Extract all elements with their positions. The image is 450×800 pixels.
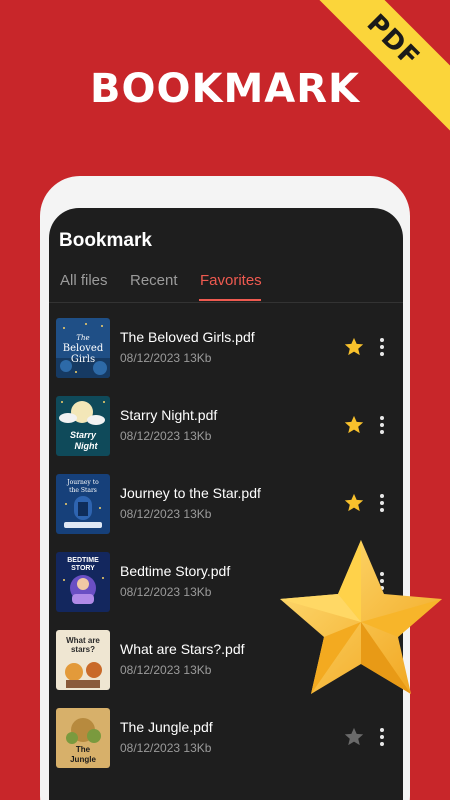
svg-text:What are: What are [66, 636, 100, 645]
svg-text:Starry: Starry [70, 430, 97, 440]
more-options-icon[interactable] [375, 726, 389, 748]
star-outline-icon[interactable] [343, 726, 365, 748]
book-cover-thumbnail: The Jungle [56, 708, 110, 768]
file-meta: 08/12/2023 13Kb [120, 429, 212, 443]
book-cover-thumbnail: The Beloved Girls [56, 318, 110, 378]
tab-recent[interactable]: Recent [130, 272, 178, 302]
app-title: Bookmark [59, 230, 152, 251]
book-cover-thumbnail: What are stars? [56, 630, 110, 690]
active-tab-indicator [199, 299, 261, 301]
file-name: Bedtime Story.pdf [120, 563, 231, 579]
star-icon[interactable] [343, 414, 365, 436]
svg-text:Journey to: Journey to [66, 479, 99, 486]
book-cover-thumbnail: BEDTIME STORY [56, 552, 110, 612]
star-icon[interactable] [343, 336, 365, 358]
file-name: What are Stars?.pdf [120, 641, 245, 657]
book-cover-thumbnail: Starry Night [56, 396, 110, 456]
list-item[interactable]: The Jungle The Jungle.pdf 08/12/2023 13K… [49, 706, 403, 784]
svg-text:BEDTIME: BEDTIME [67, 557, 99, 564]
promo-headline: BOOKMARK [89, 66, 361, 112]
list-item[interactable]: The Beloved Girls The Beloved Girls.pdf … [49, 316, 403, 394]
file-meta: 08/12/2023 13Kb [120, 741, 212, 755]
tab-favorites[interactable]: Favorites [200, 272, 262, 302]
file-meta: 08/12/2023 13Kb [120, 351, 212, 365]
more-options-icon[interactable] [375, 492, 389, 514]
file-name: The Beloved Girls.pdf [120, 329, 255, 345]
svg-text:Girls: Girls [71, 354, 95, 365]
book-cover-thumbnail: Journey to the Stars [56, 474, 110, 534]
svg-text:the Stars: the Stars [69, 487, 97, 494]
more-options-icon[interactable] [375, 414, 389, 436]
decorative-star-icon [276, 536, 446, 698]
list-item[interactable]: Starry Night Starry Night.pdf 08/12/2023… [49, 394, 403, 472]
tab-all-files[interactable]: All files [60, 272, 108, 302]
svg-text:STORY: STORY [71, 565, 95, 572]
svg-text:The: The [76, 745, 91, 754]
star-icon[interactable] [343, 492, 365, 514]
pdf-ribbon-label: PDF [360, 8, 426, 74]
svg-text:Night: Night [75, 441, 99, 451]
file-meta: 08/12/2023 13Kb [120, 585, 212, 599]
more-options-icon[interactable] [375, 336, 389, 358]
file-name: Journey to the Star.pdf [120, 485, 261, 501]
svg-text:stars?: stars? [71, 645, 95, 654]
file-name: Starry Night.pdf [120, 407, 218, 423]
file-meta: 08/12/2023 13Kb [120, 507, 212, 521]
svg-text:Beloved: Beloved [63, 343, 104, 354]
svg-text:Jungle: Jungle [70, 755, 96, 764]
file-meta: 08/12/2023 13Kb [120, 663, 212, 677]
file-name: The Jungle.pdf [120, 719, 213, 735]
svg-text:The: The [76, 334, 89, 342]
tabs-divider [49, 302, 403, 303]
app-screen: Bookmark All files Recent Favorites The … [49, 208, 403, 800]
tab-bar: All files Recent Favorites [49, 272, 403, 302]
